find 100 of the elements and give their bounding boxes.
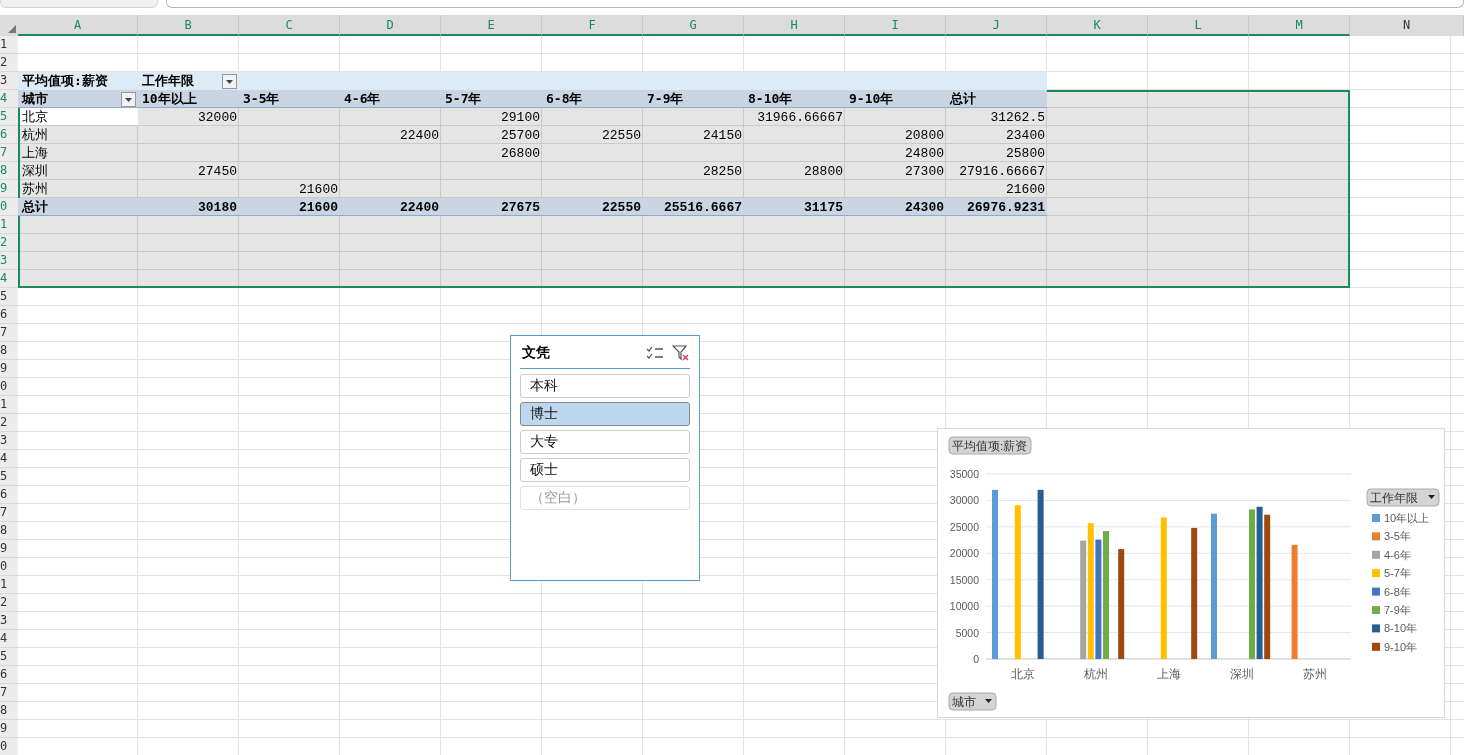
table-cell: 25700 <box>501 127 540 143</box>
table-cell: 23400 <box>1006 127 1045 143</box>
table-cell: 27450 <box>198 163 237 179</box>
row-header[interactable]: 4 <box>0 270 18 288</box>
row-header[interactable]: 1 <box>0 396 18 414</box>
total-value: 24300 <box>905 199 944 215</box>
column-heading: 6-8年 <box>546 90 583 108</box>
row-header[interactable]: 8 <box>0 702 18 720</box>
axis-tick-label: 5000 <box>955 626 979 639</box>
axis-tick-label: 20000 <box>949 547 979 560</box>
row-header[interactable]: 7 <box>0 684 18 702</box>
row-header[interactable]: 3 <box>0 612 18 630</box>
total-value: 30180 <box>198 199 237 215</box>
row-header[interactable]: 2 <box>0 414 18 432</box>
legend-label: 6-8年 <box>1384 585 1411 598</box>
dropdown-button[interactable] <box>121 91 136 107</box>
table-cell: 22550 <box>602 127 641 143</box>
slicer-item[interactable]: 博士 <box>520 402 690 426</box>
row-field-label: 城市 <box>22 90 48 108</box>
category-label: 苏州 <box>1302 667 1327 681</box>
slicer-item[interactable]: 大专 <box>520 430 690 454</box>
row-header[interactable]: 4 <box>0 630 18 648</box>
legend-label: 3-5年 <box>1384 530 1411 543</box>
row-header[interactable]: 3 <box>0 72 18 90</box>
total-value: 31175 <box>804 199 843 215</box>
value-field-button[interactable]: 平均值项:薪资 <box>948 436 1032 455</box>
row-header[interactable]: 9 <box>0 720 18 738</box>
row-header[interactable]: 8 <box>0 342 18 360</box>
row-header[interactable]: 8 <box>0 522 18 540</box>
row-header[interactable]: 7 <box>0 324 18 342</box>
row-header[interactable]: 6 <box>0 666 18 684</box>
row-header[interactable]: 6 <box>0 306 18 324</box>
legend-label: 4-6年 <box>1384 548 1411 561</box>
table-cell: 24800 <box>905 145 944 161</box>
row-header[interactable]: 7 <box>0 504 18 522</box>
row-header[interactable]: 0 <box>0 558 18 576</box>
row-header[interactable]: 1 <box>0 576 18 594</box>
axis-tick-label: 10000 <box>949 600 979 613</box>
axis-field-button[interactable]: 城市 <box>948 692 997 711</box>
slicer-item[interactable]: 本科 <box>520 374 690 398</box>
row-header[interactable]: 2 <box>0 594 18 612</box>
legend-field-button[interactable]: 工作年限 <box>1366 488 1440 507</box>
axis-tick-label: 0 <box>973 653 979 665</box>
multi-select-icon[interactable] <box>646 346 664 360</box>
row-header[interactable]: 4 <box>0 90 18 108</box>
slicer-item[interactable]: 硕士 <box>520 458 690 482</box>
column-heading: 8-10年 <box>748 90 793 108</box>
dropdown-button[interactable] <box>222 73 237 89</box>
row-label: 杭州 <box>21 126 49 143</box>
row-header[interactable]: 5 <box>0 648 18 666</box>
column-heading: 9-10年 <box>849 90 894 108</box>
row-header[interactable]: 3 <box>0 252 18 270</box>
row-header[interactable]: 5 <box>0 288 18 306</box>
table-cell: 32000 <box>198 109 237 125</box>
total-value: 22550 <box>602 199 641 215</box>
row-header[interactable]: 2 <box>0 54 18 72</box>
row-header[interactable]: 0 <box>0 198 18 216</box>
row-header[interactable]: 6 <box>0 486 18 504</box>
category-label: 上海 <box>1156 667 1181 681</box>
column-heading: 4-6年 <box>344 90 381 108</box>
row-header[interactable]: 3 <box>0 432 18 450</box>
row-label: 苏州 <box>21 180 49 197</box>
row-header[interactable]: 0 <box>0 738 18 755</box>
total-value: 21600 <box>299 199 338 215</box>
row-header[interactable]: 6 <box>0 126 18 144</box>
select-all-icon[interactable] <box>8 25 16 33</box>
row-header[interactable]: 1 <box>0 36 18 54</box>
axis-tick-label: 25000 <box>949 520 979 533</box>
row-header[interactable]: 5 <box>0 108 18 126</box>
legend-label: 9-10年 <box>1384 640 1418 653</box>
table-cell: 27916.66667 <box>959 163 1045 179</box>
row-header[interactable]: 7 <box>0 144 18 162</box>
column-heading: 3-5年 <box>243 90 280 108</box>
legend-label: 8-10年 <box>1384 622 1418 635</box>
column-header[interactable]: N <box>1350 15 1464 36</box>
table-cell: 20800 <box>905 127 944 143</box>
row-header[interactable]: 8 <box>0 162 18 180</box>
row-header[interactable]: 9 <box>0 360 18 378</box>
clear-filter-icon[interactable] <box>672 345 690 361</box>
table-cell: 27300 <box>905 163 944 179</box>
table-cell: 21600 <box>299 181 338 197</box>
axis-tick-label: 35000 <box>949 468 979 480</box>
row-label: 上海 <box>21 144 49 161</box>
column-heading: 总计 <box>950 90 976 108</box>
total-label: 总计 <box>22 198 48 216</box>
total-value: 25516.6667 <box>664 199 742 215</box>
row-header[interactable]: 9 <box>0 180 18 198</box>
row-header[interactable]: 2 <box>0 234 18 252</box>
axis-tick-label: 30000 <box>949 494 979 507</box>
row-header[interactable]: 5 <box>0 468 18 486</box>
table-cell: 28250 <box>703 163 742 179</box>
category-label: 深圳 <box>1229 667 1254 681</box>
column-heading: 5-7年 <box>445 90 482 108</box>
column-field-label: 工作年限 <box>142 72 194 90</box>
row-header[interactable]: 1 <box>0 216 18 234</box>
legend-label: 10年以上 <box>1384 512 1430 524</box>
row-header[interactable]: 9 <box>0 540 18 558</box>
row-header[interactable]: 4 <box>0 450 18 468</box>
row-header[interactable]: 0 <box>0 378 18 396</box>
table-cell: 28800 <box>804 163 843 179</box>
